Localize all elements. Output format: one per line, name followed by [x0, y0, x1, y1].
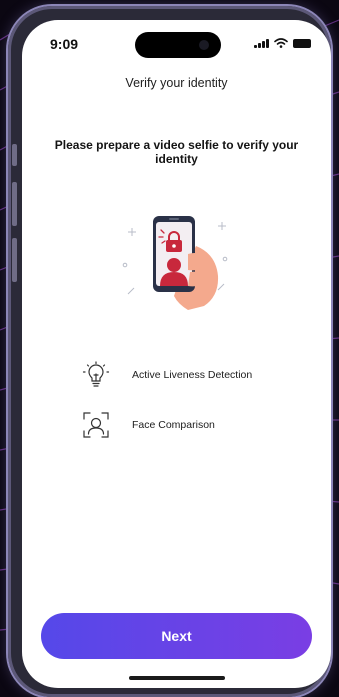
- app-screen: 9:09 Verify your identity Please prepare…: [22, 20, 331, 688]
- feature-active-liveness: Active Liveness Detection: [82, 361, 252, 389]
- signal-icon: [254, 38, 269, 48]
- face-scan-icon: [83, 412, 109, 438]
- feature-label: Face Comparison: [132, 419, 215, 431]
- feature-face-comparison: Face Comparison: [82, 411, 215, 439]
- wifi-icon: [273, 38, 288, 48]
- feature-label: Active Liveness Detection: [132, 369, 253, 381]
- phone-side-button: [12, 144, 17, 166]
- home-indicator: [129, 676, 225, 680]
- instruction-headline: Please prepare a video selfie to verify …: [54, 138, 299, 166]
- status-icons: [254, 37, 311, 49]
- status-time: 9:09: [50, 36, 79, 52]
- dynamic-island: [135, 32, 221, 58]
- camera-dot: [199, 40, 209, 50]
- lightbulb-icon: [82, 361, 110, 387]
- page-title: Verify your identity: [125, 76, 228, 90]
- phone-volume-up-button: [12, 182, 17, 226]
- selfie-verification-illustration: [122, 216, 228, 310]
- status-bar: 9:09: [22, 20, 331, 64]
- battery-icon: [292, 38, 311, 48]
- phone-volume-down-button: [12, 238, 17, 282]
- next-button[interactable]: Next: [41, 613, 312, 659]
